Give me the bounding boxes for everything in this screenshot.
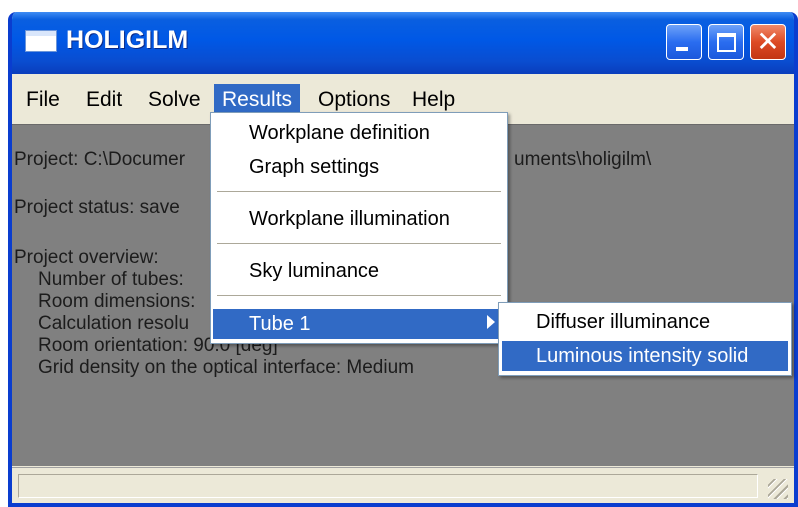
resize-grip-icon[interactable]	[768, 479, 788, 499]
maximize-icon	[717, 33, 736, 52]
menu-item-tube-1[interactable]: Tube 1	[213, 309, 505, 339]
window-title: HOLIGILM	[66, 26, 189, 54]
overview-grid-density: Grid density on the optical interface: M…	[38, 357, 414, 378]
overview-heading: Project overview:	[14, 247, 159, 268]
project-status: Project status: save	[14, 197, 180, 218]
maximize-button[interactable]	[708, 24, 744, 60]
tube-submenu: Diffuser illuminance Luminous intensity …	[498, 302, 792, 376]
status-panel	[18, 474, 758, 498]
project-path-label: Project: C:\Documer	[14, 149, 186, 170]
menu-separator	[217, 295, 501, 297]
menu-edit[interactable]: Edit	[78, 84, 130, 116]
overview-tubes: Number of tubes:	[38, 269, 184, 290]
app-window-icon	[26, 31, 56, 51]
results-dropdown-menu: Workplane definition Graph settings Work…	[210, 112, 508, 344]
minimize-icon	[676, 47, 688, 51]
submenu-item-diffuser-illuminance[interactable]: Diffuser illuminance	[502, 307, 788, 337]
menu-item-tube-1-label: Tube 1	[249, 313, 311, 335]
menu-item-workplane-illumination[interactable]: Workplane illumination	[213, 205, 505, 233]
status-bar	[12, 467, 794, 503]
menu-item-sky-luminance[interactable]: Sky luminance	[213, 257, 505, 285]
overview-room-dimensions: Room dimensions:	[38, 291, 196, 312]
menu-separator	[217, 191, 501, 193]
minimize-button[interactable]	[666, 24, 702, 60]
submenu-item-luminous-intensity-solid[interactable]: Luminous intensity solid	[502, 341, 788, 371]
menu-item-graph-settings[interactable]: Graph settings	[213, 153, 505, 181]
menu-separator	[217, 243, 501, 245]
submenu-arrow-icon	[487, 315, 495, 329]
close-button[interactable]: ✕	[750, 24, 786, 60]
project-path-tail: uments\holigilm\	[514, 149, 652, 170]
title-bar[interactable]: HOLIGILM ✕	[12, 12, 794, 74]
close-icon: ✕	[756, 25, 780, 58]
overview-calc-resolution: Calculation resolu	[38, 313, 190, 334]
menu-solve[interactable]: Solve	[140, 84, 209, 116]
menu-item-workplane-definition[interactable]: Workplane definition	[213, 119, 505, 147]
menu-file[interactable]: File	[18, 84, 68, 116]
